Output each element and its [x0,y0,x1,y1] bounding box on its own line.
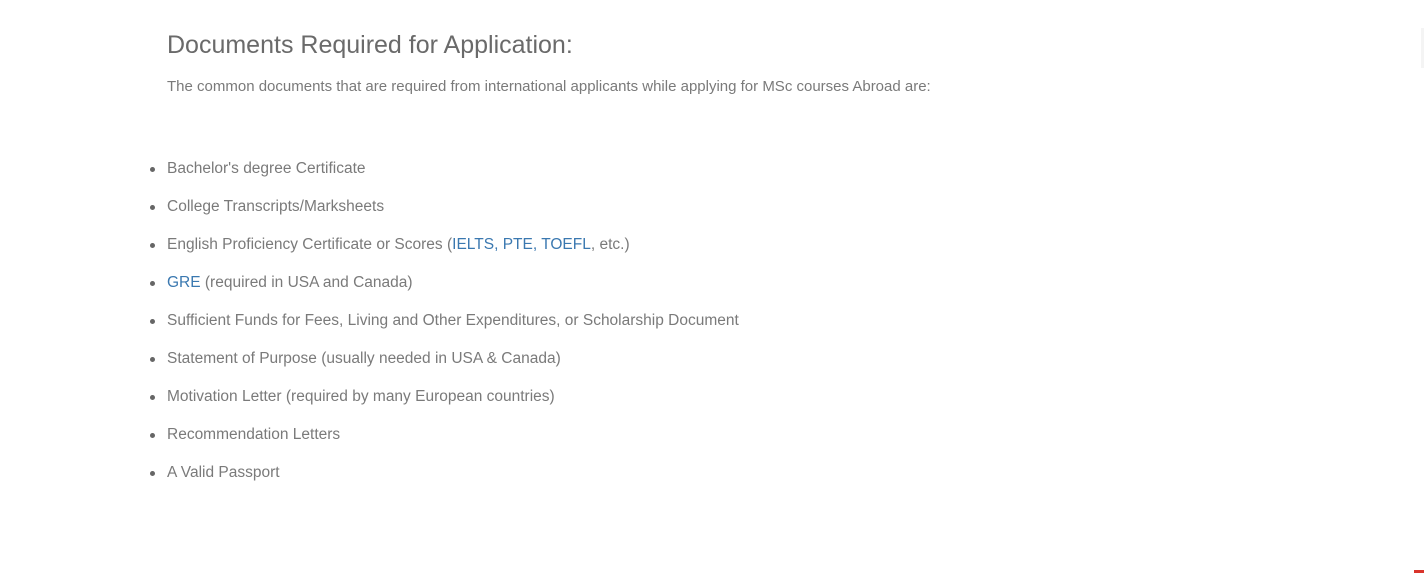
list-item-text: English Proficiency Certificate or Score… [167,236,453,253]
list-item-text: College Transcripts/Marksheets [167,198,385,215]
bullet-icon [150,395,155,400]
list-item-text: Recommendation Letters [167,426,341,443]
documents-section: Documents Required for Application: The … [150,28,1347,481]
list-item: A Valid Passport [150,462,739,500]
section-title: Documents Required for Application: [167,31,573,59]
separator-2: , [532,236,542,253]
bullet-icon [150,471,155,476]
bullet-icon [150,205,155,210]
list-item: Sufficient Funds for Fees, Living and Ot… [150,310,739,348]
list-item: Statement of Purpose (usually needed in … [150,348,739,386]
ielts-link[interactable]: IELTS [452,236,494,253]
pte-link[interactable]: PTE [503,236,533,253]
list-item-text: Bachelor's degree Certificate [167,160,366,177]
gre-link[interactable]: GRE [167,274,201,291]
list-item: College Transcripts/Marksheets [150,196,739,234]
list-item-text: Sufficient Funds for Fees, Living and Ot… [167,312,739,329]
bullet-icon [150,433,155,438]
list-item-suffix: (required in USA and Canada) [200,274,413,291]
toefl-link[interactable]: TOEFL [541,236,591,253]
bullet-icon [150,243,155,248]
bullet-icon [150,319,155,324]
documents-list: Bachelor's degree Certificate College Tr… [150,158,739,500]
list-item: GRE (required in USA and Canada) [150,272,739,310]
list-item-suffix: , etc.) [590,236,630,253]
section-intro: The common documents that are required f… [167,78,931,95]
bullet-icon [150,357,155,362]
list-item: Bachelor's degree Certificate [150,158,739,196]
separator-1: , [494,236,503,253]
bullet-icon [150,281,155,286]
list-item-text: Motivation Letter (required by many Euro… [167,388,555,405]
list-item-text: Statement of Purpose (usually needed in … [167,350,561,367]
list-item: Recommendation Letters [150,424,739,462]
list-item-text: A Valid Passport [167,464,280,481]
list-item: Motivation Letter (required by many Euro… [150,386,739,424]
bullet-icon [150,167,155,172]
list-item: English Proficiency Certificate or Score… [150,234,739,272]
